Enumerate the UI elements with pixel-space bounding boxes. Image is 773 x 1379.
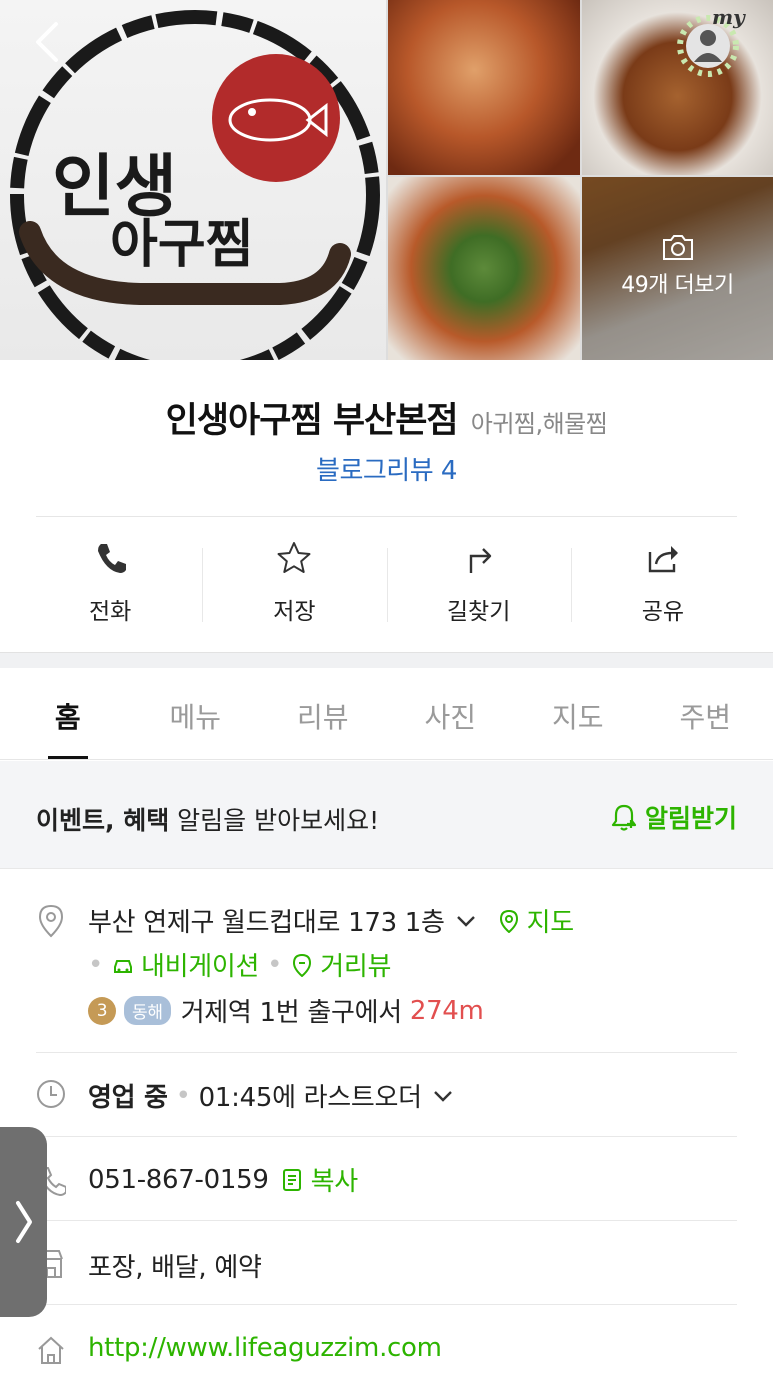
tab-menu[interactable]: 메뉴 bbox=[132, 668, 260, 759]
clock-icon bbox=[37, 1080, 65, 1108]
place-name: 인생아구찜 부산본점 bbox=[165, 401, 459, 441]
svg-text:아구찜: 아구찜 bbox=[110, 214, 254, 275]
hours-line: 영업 중 • 01:45에 라스트오더 bbox=[88, 1077, 456, 1114]
star-icon bbox=[277, 542, 311, 573]
tab-home[interactable]: 홈 bbox=[4, 668, 132, 759]
subway-line-badge: 동해 bbox=[124, 996, 171, 1025]
back-icon[interactable] bbox=[28, 20, 68, 64]
section-separator bbox=[0, 652, 773, 668]
svg-text:my: my bbox=[712, 5, 746, 29]
save-button[interactable]: 저장 bbox=[202, 540, 386, 630]
open-status: 영업 중 bbox=[88, 1083, 168, 1113]
distance: 274m bbox=[409, 995, 484, 1026]
event-banner: 이벤트, 혜택 알림을 받아보세요! 알림받기 bbox=[0, 761, 773, 869]
website-link[interactable]: http://www.lifeaguzzim.com bbox=[88, 1333, 442, 1363]
subway-info: 3 동해 거제역 1번 출구에서 274m bbox=[88, 992, 484, 1029]
directions-button[interactable]: 길찾기 bbox=[386, 540, 571, 630]
hours-section[interactable]: 영업 중 • 01:45에 라스트오더 bbox=[36, 1053, 737, 1137]
action-bar: 전화 저장 길찾기 공유 bbox=[18, 540, 755, 630]
bell-icon bbox=[611, 804, 637, 831]
map-link[interactable]: 지도 bbox=[527, 902, 575, 939]
car-icon bbox=[114, 959, 133, 973]
services-text: 포장, 배달, 예약 bbox=[88, 1253, 262, 1283]
food-photo[interactable] bbox=[388, 0, 580, 175]
phone-section: 051-867-0159 복사 bbox=[36, 1137, 737, 1221]
map-pin-icon bbox=[499, 909, 518, 933]
chevron-right-icon bbox=[15, 1201, 32, 1243]
blog-review-link[interactable]: 블로그리뷰 4 bbox=[0, 450, 773, 487]
share-button[interactable]: 공유 bbox=[570, 540, 755, 630]
phone-line: 051-867-0159 복사 bbox=[88, 1161, 358, 1198]
services-section: 포장, 배달, 예약 bbox=[36, 1221, 737, 1305]
notification-button[interactable]: 알림받기 bbox=[609, 799, 737, 835]
photo-gallery: 인생 아구찜 49개 더보기 my bbox=[0, 0, 773, 360]
tab-nearby[interactable]: 주변 bbox=[642, 668, 770, 759]
station-exit: 거제역 1번 출구에서 bbox=[180, 998, 402, 1028]
address-text[interactable]: 부산 연제구 월드컵대로 173 1층 bbox=[88, 902, 445, 939]
navigation-link[interactable]: 내비게이션 bbox=[141, 946, 259, 983]
side-drawer-handle[interactable] bbox=[0, 1127, 47, 1317]
address-section: 부산 연제구 월드컵대로 173 1층 지도 • 내비게이션 • 거리뷰 3 동… bbox=[36, 870, 737, 1053]
chevron-down-icon[interactable] bbox=[430, 1083, 456, 1109]
home-icon bbox=[38, 1336, 64, 1364]
camera-icon bbox=[662, 235, 693, 260]
more-photos-label: 49개 더보기 bbox=[621, 273, 734, 298]
subway-line-number: 3 bbox=[88, 996, 116, 1025]
place-category: 아귀찜,해물찜 bbox=[470, 410, 608, 438]
call-button[interactable]: 전화 bbox=[18, 540, 202, 630]
share-icon bbox=[648, 546, 678, 573]
tab-bar: 홈 메뉴 리뷰 사진 지도 주변 bbox=[0, 668, 773, 760]
phone-number[interactable]: 051-867-0159 bbox=[88, 1165, 269, 1195]
copy-button[interactable]: 복사 bbox=[311, 1161, 359, 1198]
food-photo[interactable] bbox=[388, 177, 580, 360]
tab-reviews[interactable]: 리뷰 bbox=[259, 668, 387, 759]
street-view-icon bbox=[293, 953, 312, 977]
divider bbox=[36, 516, 737, 517]
copy-icon bbox=[282, 1168, 301, 1191]
place-title-row: 인생아구찜 부산본점 아귀찜,해물찜 bbox=[0, 392, 773, 443]
event-message: 이벤트, 혜택 알림을 받아보세요! bbox=[36, 806, 380, 835]
location-pin-icon bbox=[38, 904, 64, 938]
navigation-links: • 내비게이션 • 거리뷰 bbox=[88, 946, 391, 983]
tab-map[interactable]: 지도 bbox=[514, 668, 642, 759]
directions-icon bbox=[469, 548, 491, 573]
website-section: http://www.lifeaguzzim.com bbox=[36, 1305, 737, 1379]
more-photos-tile[interactable]: 49개 더보기 bbox=[582, 177, 773, 360]
address-line: 부산 연제구 월드컵대로 173 1층 지도 bbox=[88, 902, 574, 939]
tab-photos[interactable]: 사진 bbox=[387, 668, 515, 759]
phone-icon bbox=[98, 544, 127, 573]
chevron-down-icon[interactable] bbox=[453, 908, 479, 934]
last-order: 01:45에 라스트오더 bbox=[198, 1083, 422, 1113]
my-profile-badge[interactable]: my bbox=[668, 4, 750, 78]
street-view-link[interactable]: 거리뷰 bbox=[320, 946, 391, 983]
